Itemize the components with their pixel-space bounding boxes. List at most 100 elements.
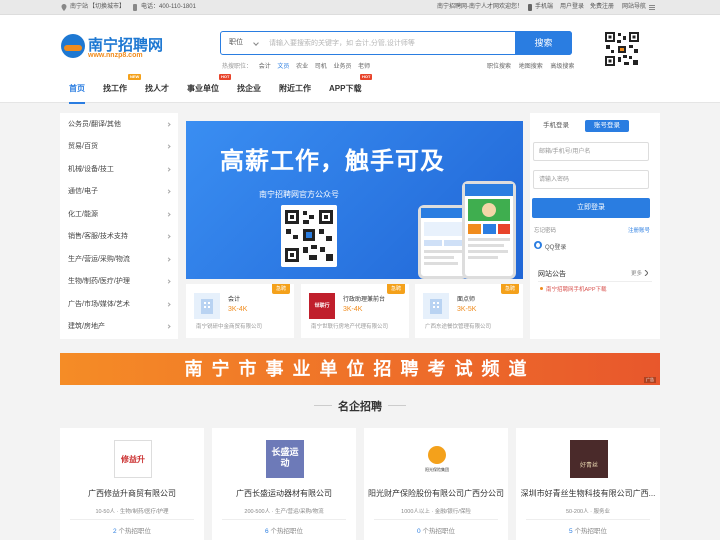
notice-item[interactable]: 南宁招聘网手机APP下载: [546, 285, 607, 293]
nav-home[interactable]: 首页: [69, 83, 85, 104]
hot-search-item[interactable]: 老师: [358, 64, 370, 70]
category-item[interactable]: 通信/电子: [68, 186, 172, 198]
urgent-job-card[interactable]: 急聘 会计 3K-4K 南宁锐研中金商贸有限公司: [186, 284, 294, 338]
notice-more-link[interactable]: 更多: [631, 269, 642, 277]
company-job-count[interactable]: 5 个热招职位: [516, 525, 660, 535]
company-job-count[interactable]: 0 个热招职位: [364, 525, 508, 535]
job-search-link[interactable]: 职位搜索: [487, 64, 511, 70]
wechat-qr-code-icon: [281, 205, 337, 267]
divider: [526, 519, 650, 520]
urgent-tag: 急聘: [500, 284, 519, 294]
category-sidebar: 公务员/翻译/其他 贸易/百货 机械/设备/技工 通信/电子 化工/能源 销售/…: [60, 113, 178, 339]
urgent-job-card[interactable]: 急聘 世联行 行政助理兼前台 3K-4K 南宁世联行房地产代理有限公司: [301, 284, 409, 338]
category-item[interactable]: 生物/制药/医疗/护理: [68, 276, 172, 288]
hot-search-item[interactable]: 会计: [259, 64, 271, 70]
job-company: 广西东途餐饮管理有限公司: [425, 324, 492, 330]
category-item[interactable]: 机械/设备/技工: [68, 164, 172, 176]
company-meta: 1000人以上 · 金融/银行/保险: [401, 509, 471, 515]
forgot-password-link[interactable]: 忘记密码: [534, 226, 556, 234]
category-item[interactable]: 生产/营运/采购/物流: [68, 254, 172, 266]
mobile-link[interactable]: 手机端: [535, 3, 553, 12]
category-item[interactable]: 贸易/百货: [68, 141, 172, 153]
company-logo-placeholder-icon: [194, 293, 220, 319]
qq-login-link[interactable]: QQ登录: [545, 242, 566, 251]
site-logo[interactable]: 南宁招聘网 www.nnzp8.com: [61, 32, 171, 62]
top-bar: 南宁站 【切换城市】 电话：400-110-1801 南宁招聘网-南宁人才网欢迎…: [0, 0, 720, 15]
job-title: 会计: [228, 297, 241, 303]
search-category-select[interactable]: 职位: [229, 32, 243, 54]
company-card[interactable]: 好青丝 深圳市好青丝生物科技有限公司广西... 50-200人 · 服务业 5 …: [516, 428, 660, 540]
nav-find-company[interactable]: 找企业: [237, 83, 261, 103]
advanced-search-link[interactable]: 高级搜索: [550, 64, 574, 70]
company-job-count[interactable]: 2 个热招职位: [60, 525, 204, 535]
company-card[interactable]: 长盛运动 广西长盛运动器材有限公司 200-500人 · 生产/营运/采购/物流…: [212, 428, 356, 540]
phone-illustration: [418, 181, 523, 279]
chevron-right-icon: [166, 212, 171, 217]
company-logo: 长盛运动: [266, 440, 304, 478]
login-button[interactable]: 立即登录: [532, 198, 650, 218]
urgent-tag: 急聘: [386, 284, 405, 294]
company-job-count[interactable]: 6 个热招职位: [212, 525, 356, 535]
company-logo: 修益升: [114, 440, 152, 478]
category-item[interactable]: 公务员/翻译/其他: [68, 119, 172, 131]
chevron-right-icon: [166, 257, 171, 262]
chevron-down-icon[interactable]: [253, 40, 259, 46]
search-input[interactable]: [269, 34, 509, 52]
qr-code-icon: [604, 31, 640, 67]
hot-search-item[interactable]: 司机: [315, 64, 327, 70]
nav-public-institution[interactable]: 事业单位 HOT: [187, 74, 232, 103]
category-item[interactable]: 销售/客服/技术支持: [68, 231, 172, 243]
tab-mobile-login[interactable]: 手机登录: [538, 120, 574, 132]
company-logo-placeholder-icon: [423, 293, 449, 319]
switch-city-link[interactable]: 【切换城市】: [89, 3, 125, 12]
username-field[interactable]: [533, 142, 649, 161]
hot-search-item[interactable]: 业务员: [333, 64, 351, 70]
nav-app-download[interactable]: APP下载 HOT: [329, 74, 373, 103]
menu-icon[interactable]: [649, 4, 655, 11]
company-card[interactable]: 阳光保险集团 阳光财产保险股份有限公司广西分公司 1000人以上 · 金融/银行…: [364, 428, 508, 540]
register-link[interactable]: 免费注册: [590, 3, 614, 12]
company-card[interactable]: 修益升 广西修益升商贸有限公司 10-50人 · 生物/制药/医疗/护理 2 个…: [60, 428, 204, 540]
urgent-tag: 急聘: [271, 284, 290, 294]
chevron-right-icon[interactable]: [644, 270, 648, 276]
bullet-dot-icon: [540, 287, 543, 290]
search-button[interactable]: 搜索: [515, 31, 572, 55]
divider: [222, 519, 346, 520]
logo-url: www.nnzp8.com: [88, 52, 143, 59]
hot-search-label: 热搜职位：: [222, 64, 253, 70]
hotline: 电话：400-110-1801: [141, 4, 196, 10]
chevron-right-icon: [166, 279, 171, 284]
current-city: 南宁站: [70, 4, 89, 10]
urgent-job-card[interactable]: 急聘 面点师 3K-5K 广西东途餐饮管理有限公司: [415, 284, 523, 338]
hot-search-item[interactable]: 文员: [277, 64, 289, 70]
nav-find-talent[interactable]: 找人才: [145, 83, 169, 103]
hot-badge: HOT: [360, 74, 373, 80]
login-panel: 手机登录 账号登录 立即登录 忘记密码 注册账号 QQ登录: [530, 113, 660, 264]
nav-nearby-jobs[interactable]: 附近工作: [279, 83, 311, 103]
job-salary: 3K-4K: [343, 306, 363, 313]
job-company: 南宁锐研中金商贸有限公司: [196, 324, 263, 330]
hot-badge: HOT: [219, 74, 232, 80]
chevron-right-icon: [166, 144, 171, 149]
qq-icon[interactable]: [534, 241, 542, 249]
hero-banner[interactable]: 高薪工作，触手可及 南宁招聘网官方公众号: [186, 121, 523, 279]
category-item[interactable]: 化工/能源: [68, 209, 172, 221]
phone-mockup-front: [462, 181, 516, 279]
header: 南宁招聘网 www.nnzp8.com 职位 搜索 热搜职位： 会计 文员 农业…: [0, 15, 720, 104]
tab-account-login[interactable]: 账号登录: [585, 120, 629, 132]
map-search-link[interactable]: 地图搜索: [519, 64, 543, 70]
category-item[interactable]: 广告/市场/媒体/艺术: [68, 299, 172, 311]
phone-icon: [133, 4, 137, 11]
login-link[interactable]: 用户登录: [560, 3, 584, 12]
company-name: 广西修益升商贸有限公司: [88, 489, 176, 498]
chevron-right-icon: [166, 189, 171, 194]
exam-channel-banner[interactable]: 南宁市事业单位招聘考试频道 广告: [60, 353, 660, 385]
hot-search-item[interactable]: 农业: [296, 64, 308, 70]
register-account-link[interactable]: 注册账号: [628, 226, 650, 234]
notice-panel: 网站公告 更多 南宁招聘网手机APP下载: [530, 264, 660, 339]
category-item[interactable]: 建筑/房地产: [68, 321, 172, 333]
password-field[interactable]: [533, 170, 649, 189]
divider: [374, 519, 498, 520]
nav-find-job[interactable]: 找工作 NEW: [103, 74, 142, 103]
site-nav-link[interactable]: 网站导航: [622, 3, 646, 12]
